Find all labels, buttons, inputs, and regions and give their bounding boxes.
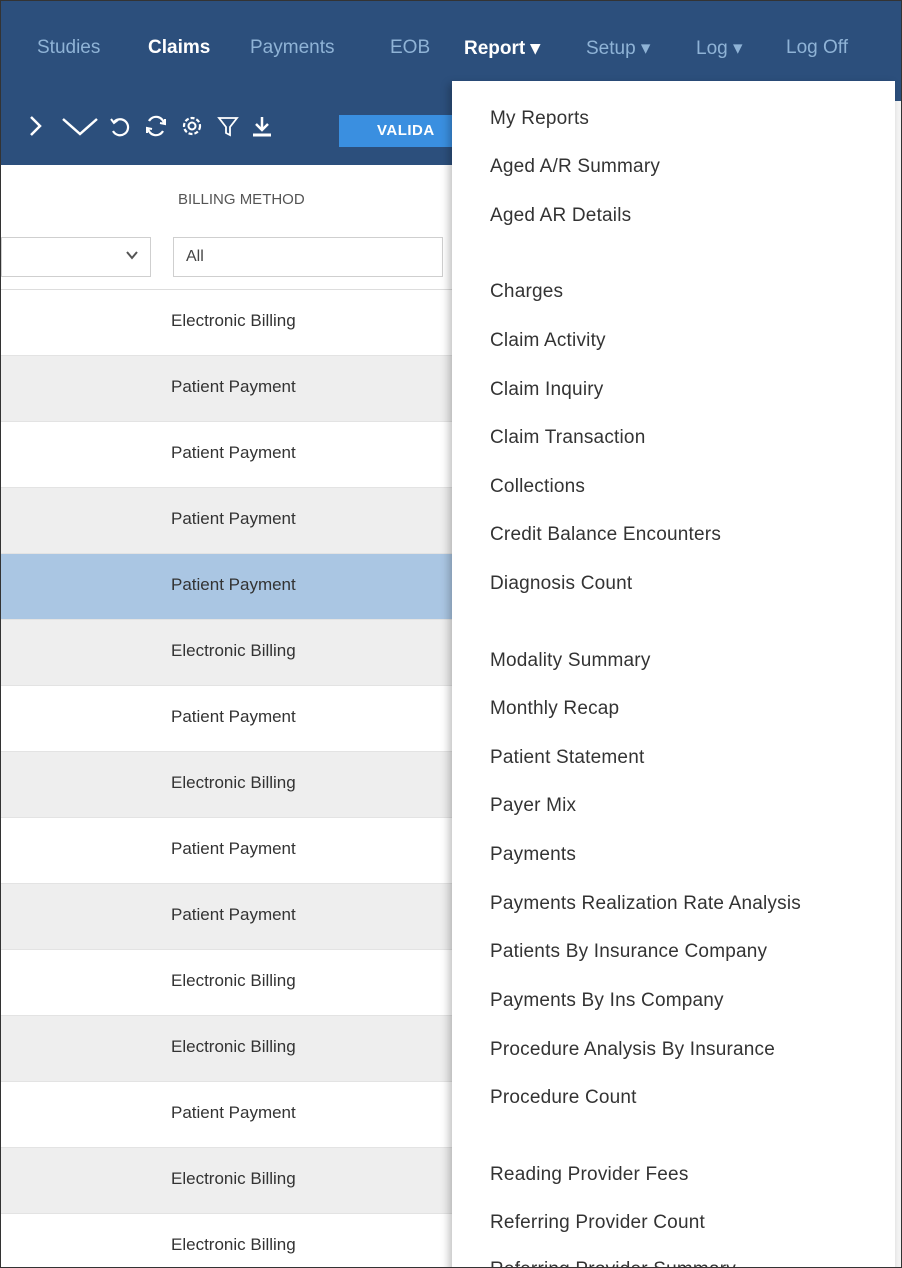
nav-setup[interactable]: Setup ▾ [586,37,650,60]
menu-item-aged-ar-summary[interactable]: Aged A/R Summary [490,156,660,178]
menu-item-claim-activity[interactable]: Claim Activity [490,330,606,352]
billing-method-filter[interactable]: All [173,237,443,277]
menu-item-monthly-recap[interactable]: Monthly Recap [490,698,619,720]
nav-report[interactable]: Report ▾ [464,37,540,60]
nav-log[interactable]: Log ▾ [696,37,743,60]
chevron-right-icon[interactable] [23,113,49,143]
billing-method-cell: Electronic Billing [171,1235,296,1254]
menu-item-reading-provider-fees[interactable]: Reading Provider Fees [490,1164,689,1186]
billing-method-cell: Patient Payment [171,575,296,594]
menu-item-referring-provider-count[interactable]: Referring Provider Count [490,1212,705,1234]
menu-item-diagnosis-count[interactable]: Diagnosis Count [490,573,632,595]
billing-method-cell: Patient Payment [171,707,296,726]
menu-item-procedure-count[interactable]: Procedure Count [490,1087,637,1109]
nav-payments[interactable]: Payments [250,37,334,59]
settings-icon[interactable] [179,113,205,143]
billing-method-cell: Patient Payment [171,839,296,858]
menu-item-my-reports[interactable]: My Reports [490,108,589,130]
billing-method-cell: Patient Payment [171,377,296,396]
billing-method-cell: Patient Payment [171,1103,296,1122]
billing-method-cell: Patient Payment [171,509,296,528]
menu-item-payer-mix[interactable]: Payer Mix [490,795,576,817]
nav-log-off[interactable]: Log Off [786,37,848,59]
menu-item-procedure-analysis-by-insurance[interactable]: Procedure Analysis By Insurance [490,1039,775,1061]
billing-method-cell: Electronic Billing [171,971,296,990]
menu-item-payments-by-ins-company[interactable]: Payments By Ins Company [490,990,724,1012]
app-window: Studies Claims Payments EOB Report ▾ Set… [0,0,902,1268]
menu-item-payments-realization-rate-analysis[interactable]: Payments Realization Rate Analysis [490,893,801,915]
nav-studies[interactable]: Studies [37,37,100,59]
report-dropdown-menu: My Reports Aged A/R Summary Aged AR Deta… [452,81,895,1267]
menu-item-collections[interactable]: Collections [490,476,585,498]
billing-method-cell: Electronic Billing [171,773,296,792]
nav-claims[interactable]: Claims [148,37,210,59]
billing-method-cell: Electronic Billing [171,1169,296,1188]
menu-item-claim-inquiry[interactable]: Claim Inquiry [490,379,603,401]
column-filter-dropdown[interactable] [1,237,151,277]
download-icon[interactable] [249,113,275,143]
nav-eob[interactable]: EOB [390,37,430,59]
filter-icon[interactable] [215,113,241,143]
undo-icon[interactable] [107,113,133,143]
column-header-billing-method[interactable]: BILLING METHOD [178,191,305,208]
menu-item-aged-ar-details[interactable]: Aged AR Details [490,205,631,227]
billing-method-cell: Electronic Billing [171,641,296,660]
billing-method-cell: Patient Payment [171,905,296,924]
menu-item-credit-balance-encounters[interactable]: Credit Balance Encounters [490,524,721,546]
chevron-down-icon [126,248,138,263]
billing-method-cell: Electronic Billing [171,311,296,330]
refresh-icon[interactable] [143,113,169,143]
menu-item-referring-provider-summary[interactable]: Referring Provider Summary [490,1259,736,1267]
menu-item-payments[interactable]: Payments [490,844,576,866]
chevron-down-icon[interactable] [59,113,101,143]
billing-method-cell: Electronic Billing [171,1037,296,1056]
billing-method-cell: Patient Payment [171,443,296,462]
menu-item-claim-transaction[interactable]: Claim Transaction [490,427,645,449]
menu-item-modality-summary[interactable]: Modality Summary [490,650,651,672]
menu-item-patient-statement[interactable]: Patient Statement [490,747,644,769]
billing-method-filter-value: All [186,248,204,265]
menu-item-patients-by-insurance-company[interactable]: Patients By Insurance Company [490,941,767,963]
menu-item-charges[interactable]: Charges [490,281,563,303]
grid-scroll-edge [895,101,901,1267]
